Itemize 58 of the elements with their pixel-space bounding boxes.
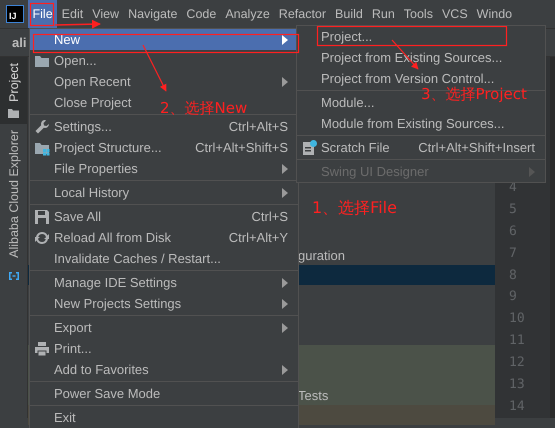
menu-item[interactable]: Tools	[399, 0, 438, 28]
shortcut-text: Ctrl+Alt+Shift+S	[195, 140, 288, 155]
menu-item[interactable]: Windo	[472, 0, 517, 28]
menu-item[interactable]: Settings...	[54, 119, 112, 134]
menu-item[interactable]: Add to Favorites	[54, 362, 149, 377]
save-icon	[34, 208, 50, 224]
tree-item[interactable]: Tests	[298, 388, 328, 402]
tool-window-tab[interactable]: Alibaba Cloud Explorer	[0, 124, 27, 264]
menu-item[interactable]: Manage IDE Settings	[54, 275, 177, 290]
tree-item[interactable]: guration	[298, 248, 345, 262]
menu-item[interactable]: Analyze	[220, 0, 274, 28]
menu-item[interactable]: Module...	[321, 95, 374, 110]
app-logo: IJ	[6, 5, 24, 23]
menu-item[interactable]: Invalidate Caches / Restart...	[54, 251, 221, 266]
tool-window-tab[interactable]: Project	[0, 57, 27, 124]
menu-item[interactable]: Edit	[57, 0, 88, 28]
menu-item[interactable]: Exit	[54, 410, 76, 425]
menu-item[interactable]: View	[88, 0, 124, 28]
shortcut-text: Ctrl+Alt+Y	[228, 230, 288, 245]
menu-item[interactable]: Reload All from Disk	[54, 230, 172, 245]
reload-icon	[34, 230, 50, 246]
annotation-arrow	[54, 20, 101, 29]
menu-item[interactable]: Run	[367, 0, 400, 28]
menu-item[interactable]: Export	[54, 320, 92, 335]
menu-item[interactable]: Project from Version Control...	[321, 71, 494, 86]
menu-item[interactable]: Project...	[321, 29, 372, 44]
menu-item[interactable]: Local History	[54, 185, 130, 200]
menu-item[interactable]: Build	[330, 0, 368, 28]
cloud-explorer-icon	[8, 270, 20, 282]
menu-item[interactable]: Code	[182, 0, 221, 28]
menu-item[interactable]: Print...	[54, 341, 92, 356]
menu-item[interactable]: Refactor	[274, 0, 331, 28]
printer-icon	[34, 340, 50, 356]
annotation-text: 1、选择File	[312, 200, 397, 216]
wrench-icon	[34, 118, 50, 134]
scratch-file-icon	[301, 140, 317, 156]
menu-item[interactable]: Scratch File	[321, 140, 390, 155]
annotation-arrow	[142, 44, 167, 92]
menu-item[interactable]: Module from Existing Sources...	[321, 116, 505, 131]
shortcut-text: Ctrl+S	[252, 209, 288, 224]
highlight-frame	[30, 2, 54, 26]
project-name[interactable]: ali	[12, 35, 26, 50]
annotation-text: 2、选择New	[160, 101, 248, 116]
folder-icon	[8, 108, 19, 118]
menu-item[interactable]: New Projects Settings	[54, 296, 182, 311]
annotation-text: 3、选择Project	[421, 87, 527, 102]
menu-item[interactable]: Project Structure...	[54, 140, 162, 155]
menu-item[interactable]: Open Recent	[54, 74, 131, 89]
menu-item[interactable]: Open...	[54, 53, 97, 68]
shortcut-text: Ctrl+Alt+S	[228, 119, 288, 134]
menu-item[interactable]: VCS	[437, 0, 472, 28]
menu-item[interactable]: Power Save Mode	[54, 386, 160, 401]
menu-item[interactable]: Close Project	[54, 95, 132, 110]
menu-item[interactable]: File Properties	[54, 161, 138, 176]
menu-item[interactable]: New	[30, 29, 298, 50]
menu-item[interactable]: Save All	[54, 209, 101, 224]
menu-item[interactable]: Navigate	[124, 0, 182, 28]
shortcut-text: Ctrl+Alt+Shift+Insert	[418, 140, 535, 155]
